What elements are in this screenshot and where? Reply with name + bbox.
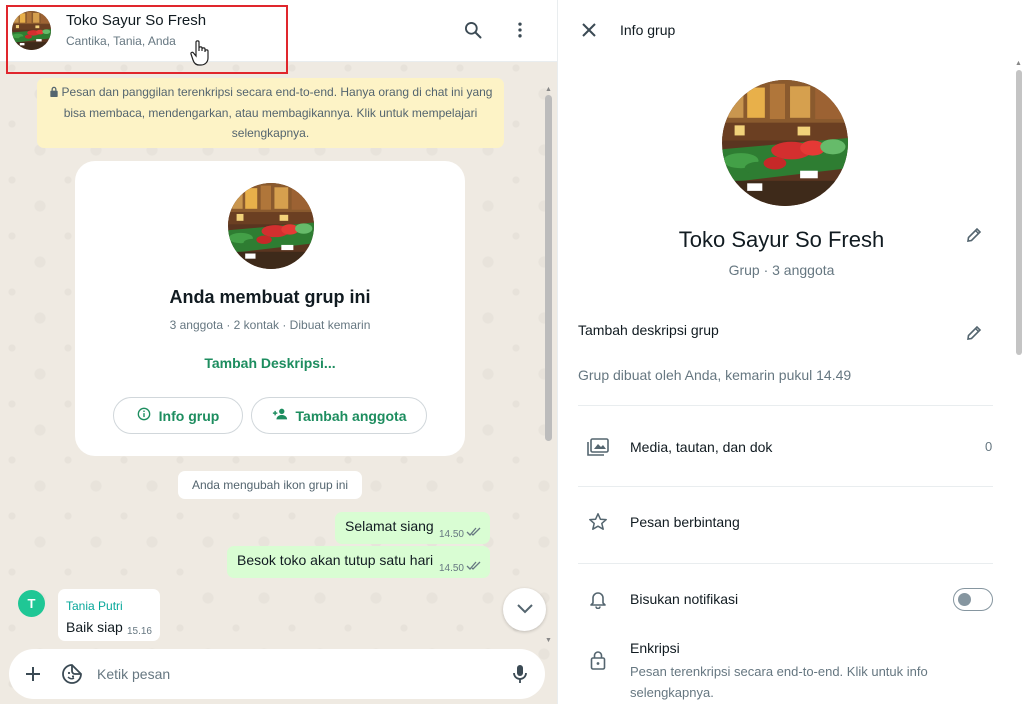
message-time: 15.16	[126, 626, 152, 637]
message-time: 14.50	[438, 529, 464, 540]
message-text: Selamat siang	[345, 518, 434, 534]
message-time: 14.50	[438, 563, 464, 574]
mute-toggle[interactable]	[953, 588, 993, 611]
outgoing-message[interactable]: Besok toko akan tutup satu hari 14.50	[227, 546, 490, 578]
info-panel-title: Info grup	[620, 22, 676, 38]
group-name: Toko Sayur So Fresh	[678, 227, 885, 252]
chat-title[interactable]: Toko Sayur So Fresh	[66, 12, 206, 29]
group-meta: Grup · 3 anggota	[728, 262, 835, 278]
encryption-notice-text: Pesan dan panggilan terenkripsi secara e…	[61, 85, 493, 140]
message-input[interactable]	[97, 659, 497, 689]
message-sender[interactable]: Tania Putri	[66, 599, 123, 613]
info-group-button[interactable]: Info grup	[113, 397, 243, 434]
edit-description-pencil-icon[interactable]	[964, 323, 984, 343]
message-text: Besok toko akan tutup satu hari	[237, 552, 434, 568]
encryption-notice[interactable]: Pesan dan panggilan terenkripsi secara e…	[37, 78, 504, 148]
toggle-knob	[958, 593, 971, 606]
info-icon	[137, 407, 151, 424]
kebab-menu-icon[interactable]	[508, 18, 532, 42]
divider	[578, 563, 993, 564]
encryption-item[interactable]: Enkripsi	[630, 640, 680, 656]
message-text: Baik siap	[66, 619, 123, 635]
chat-header[interactable]: Toko Sayur So Fresh Cantika, Tania, Anda	[0, 0, 557, 62]
search-icon[interactable]	[461, 18, 485, 42]
chevron-down-icon	[516, 601, 534, 619]
edit-name-pencil-icon[interactable]	[964, 225, 984, 245]
divider	[578, 486, 993, 487]
scroll-to-bottom-button[interactable]	[503, 588, 546, 631]
mute-notifications-item[interactable]: Bisukan notifikasi	[630, 591, 738, 607]
add-member-button[interactable]: Tambah anggota	[251, 397, 427, 434]
info-group-label: Info grup	[158, 407, 220, 424]
sticker-icon[interactable]	[60, 662, 84, 686]
lock-icon	[586, 648, 610, 672]
divider	[578, 405, 993, 406]
close-icon[interactable]	[578, 19, 600, 41]
media-folder-icon	[586, 435, 610, 459]
encryption-description: Pesan terenkripsi secara end-to-end. Kli…	[630, 664, 928, 700]
double-check-icon	[466, 558, 482, 574]
group-created-info: Grup dibuat oleh Anda, kemarin pukul 14.…	[578, 367, 852, 383]
hand-cursor-icon	[190, 40, 210, 71]
chat-scrollbar[interactable]	[545, 95, 552, 441]
scroll-up-arrow[interactable]: ▲	[545, 86, 552, 93]
system-message: Anda mengubah ikon grup ini	[178, 471, 362, 499]
group-card-title: Anda membuat grup ini	[169, 287, 371, 307]
bell-icon	[586, 587, 610, 611]
plus-icon[interactable]	[21, 662, 45, 686]
media-count: 0	[985, 439, 993, 454]
sender-avatar[interactable]: T	[18, 590, 45, 617]
add-group-description[interactable]: Tambah deskripsi grup	[578, 322, 719, 338]
scroll-down-arrow[interactable]: ▼	[545, 637, 552, 644]
add-member-label: Tambah anggota	[295, 407, 407, 424]
group-card-subtitle: 3 anggota · 2 kontak · Dibuat kemarin	[169, 318, 371, 332]
chat-members[interactable]: Cantika, Tania, Anda	[66, 34, 176, 48]
microphone-icon[interactable]	[508, 662, 532, 686]
message-composer	[9, 649, 545, 699]
group-info-panel: Info grup ▲ Toko Sayur So Fresh Grup · 3…	[557, 0, 1024, 704]
media-links-docs-item[interactable]: Media, tautan, dan dok	[630, 439, 772, 455]
double-check-icon	[466, 524, 482, 540]
star-icon	[586, 510, 610, 534]
add-person-icon	[272, 407, 288, 424]
incoming-message[interactable]: Tania Putri Baik siap 15.16	[58, 589, 160, 641]
group-photo[interactable]	[722, 80, 848, 206]
info-scrollbar[interactable]	[1016, 70, 1022, 355]
chat-pane: Toko Sayur So Fresh Cantika, Tania, Anda…	[0, 0, 557, 704]
outgoing-message[interactable]: Selamat siang 14.50	[335, 512, 490, 544]
group-created-card: Anda membuat grup ini 3 anggota · 2 kont…	[75, 161, 465, 456]
starred-messages-item[interactable]: Pesan berbintang	[630, 514, 740, 530]
group-avatar[interactable]	[12, 11, 51, 50]
group-card-avatar[interactable]	[228, 183, 314, 269]
scroll-up-arrow[interactable]: ▲	[1015, 60, 1022, 67]
lock-icon	[49, 83, 59, 103]
add-description-link[interactable]: Tambah Deskripsi...	[75, 355, 465, 371]
